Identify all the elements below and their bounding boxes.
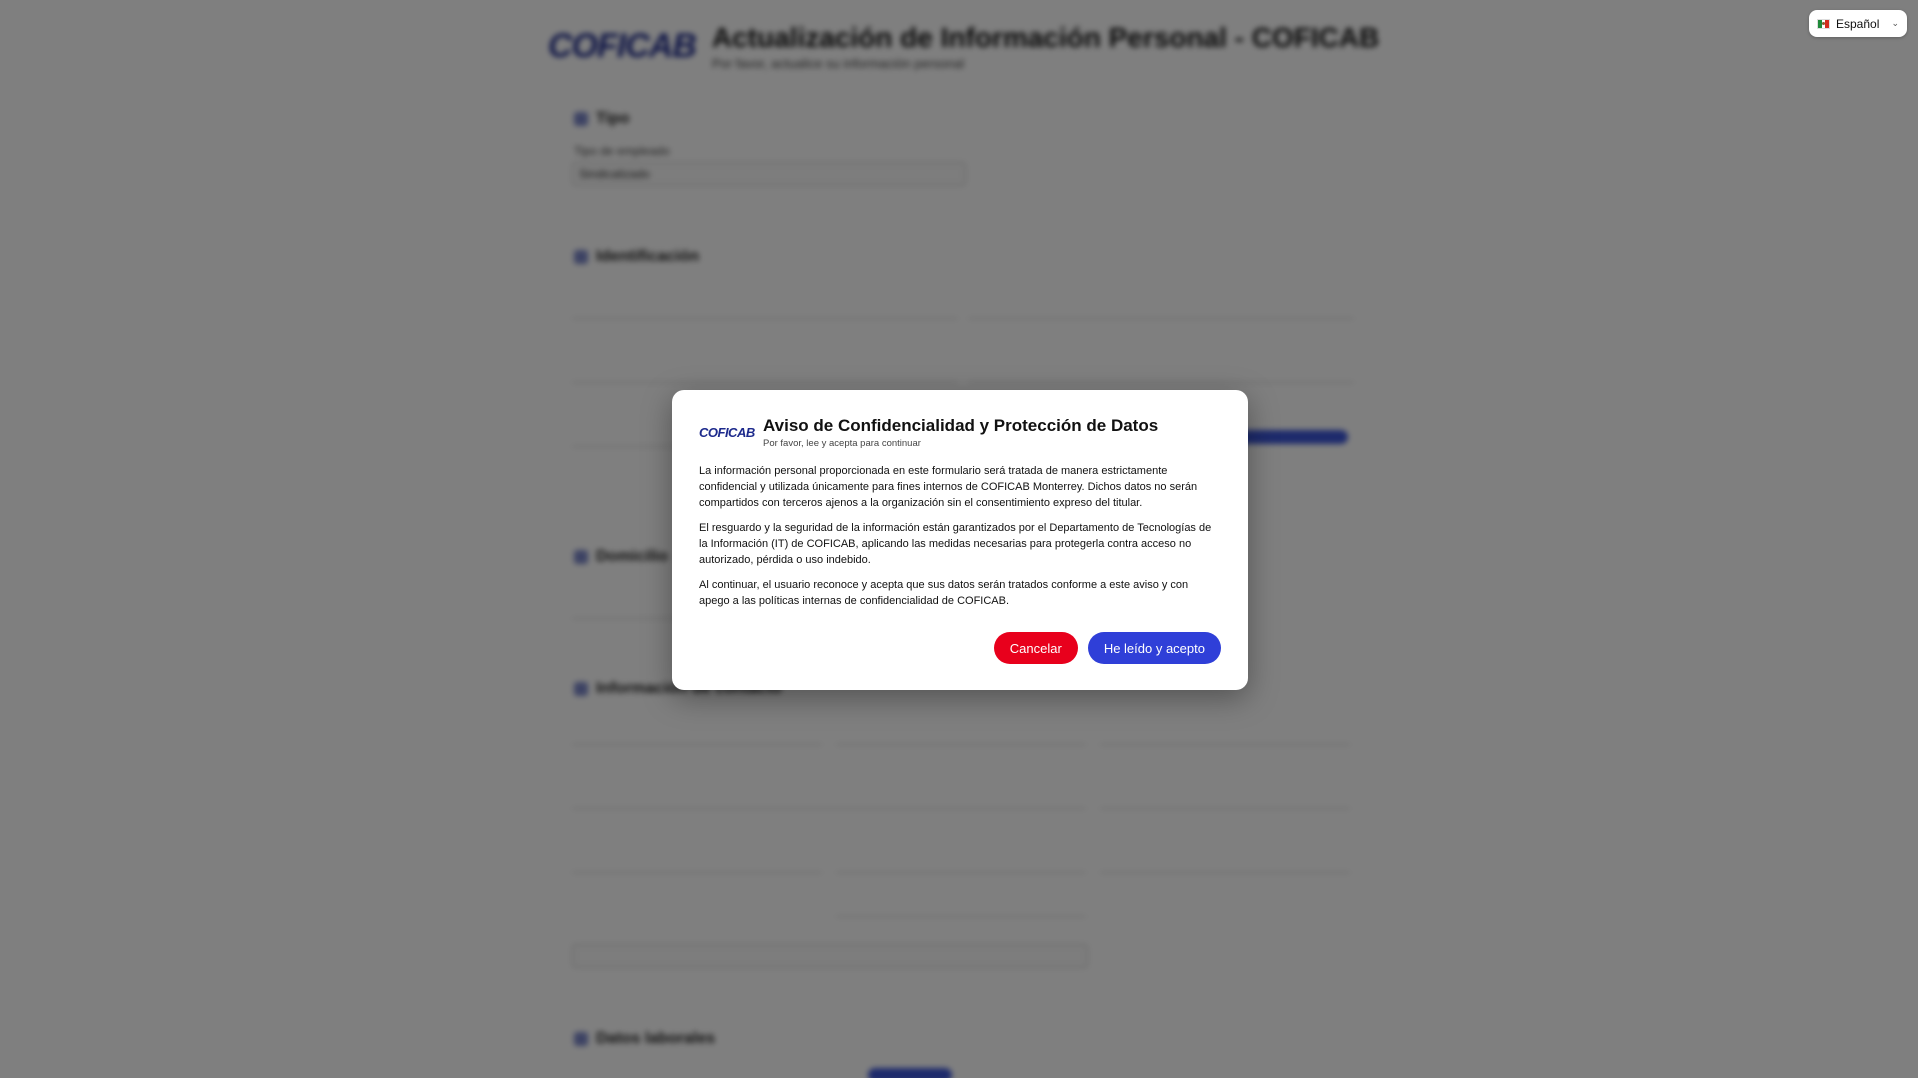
coficab-logo: COFICAB	[699, 425, 755, 440]
modal-subtitle: Por favor, lee y acepta para continuar	[763, 438, 921, 449]
modal-body: La información personal proporcionada en…	[699, 463, 1221, 609]
language-label: Español	[1836, 16, 1880, 31]
modal-paragraph: La información personal proporcionada en…	[699, 465, 1198, 509]
modal-paragraph: Al continuar, el usuario reconoce y acep…	[699, 579, 1189, 607]
modal-header: COFICAB Aviso de Confidencialidad y Prot…	[699, 416, 1221, 449]
page: COFICAB Actualización de Información Per…	[0, 0, 1918, 1078]
modal-actions: Cancelar He leído y acepto	[993, 632, 1221, 664]
cancel-button[interactable]: Cancelar	[993, 632, 1078, 664]
chevron-down-icon: ⌄	[1891, 18, 1899, 28]
modal-title: Aviso de Confidencialidad y Protección d…	[763, 416, 1159, 435]
mexico-flag-icon	[1817, 18, 1830, 29]
language-selector[interactable]: Español ⌄	[1809, 10, 1907, 37]
confidentiality-modal: COFICAB Aviso de Confidencialidad y Prot…	[672, 390, 1248, 690]
accept-button[interactable]: He leído y acepto	[1087, 632, 1221, 664]
modal-paragraph: El resguardo y la seguridad de la inform…	[699, 522, 1212, 566]
